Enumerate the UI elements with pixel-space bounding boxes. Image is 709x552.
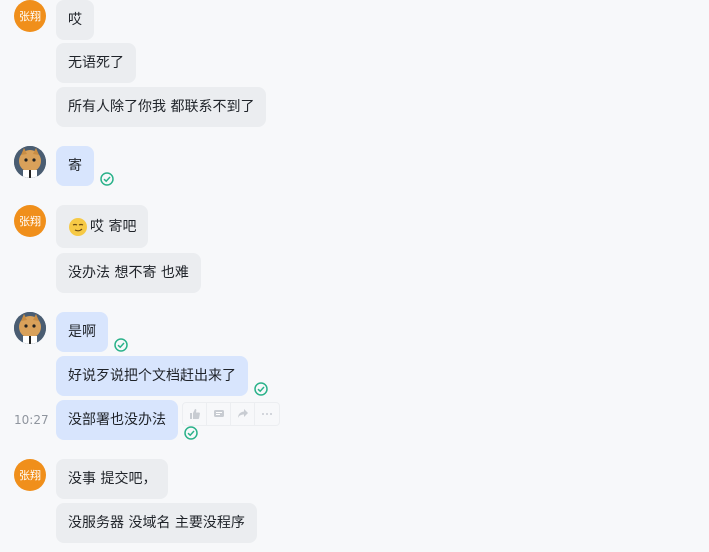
read-check-icon <box>114 338 128 352</box>
message-timestamp: 10:27 <box>14 413 49 427</box>
avatar-initials: 张翔 <box>19 10 41 23</box>
smirk-emoji-icon <box>69 217 87 236</box>
message-bubble[interactable]: 哎 寄吧 <box>56 205 149 248</box>
message-text: 没服务器 没域名 主要没程序 <box>68 515 245 531</box>
message-text: 无语死了 <box>68 55 124 71</box>
read-check-icon <box>184 426 198 440</box>
message-text: 所有人除了你我 都联系不到了 <box>68 99 255 115</box>
avatar[interactable] <box>14 312 46 344</box>
read-check-icon <box>254 382 268 396</box>
avatar[interactable]: 张翔 <box>14 459 46 491</box>
message-actions <box>182 402 280 426</box>
avatar-initials: 张翔 <box>19 469 41 482</box>
cat-avatar-icon <box>14 146 46 178</box>
reply-button[interactable] <box>207 403 231 425</box>
read-check-icon <box>100 172 114 186</box>
message-text: 寄 <box>68 158 82 174</box>
forward-icon <box>237 409 248 418</box>
message-text: 哎 寄吧 <box>90 218 137 235</box>
message-text: 哎 <box>68 12 82 28</box>
reply-icon <box>213 410 224 417</box>
message-text: 没办法 想不寄 也难 <box>68 265 189 281</box>
message-bubble[interactable]: 是啊 <box>56 312 108 352</box>
message-text: 没部署也没办法 <box>68 412 166 428</box>
message-bubble[interactable]: 所有人除了你我 都联系不到了 <box>56 87 267 127</box>
message-text: 是啊 <box>68 324 96 340</box>
message-bubble[interactable]: 寄 <box>56 146 94 186</box>
avatar-initials: 张翔 <box>19 215 41 228</box>
message-bubble[interactable]: 好说歹说把个文档赶出来了 <box>56 356 248 396</box>
message-bubble[interactable]: 没部署也没办法 <box>56 400 178 440</box>
more-button[interactable] <box>255 403 279 425</box>
message-bubble[interactable]: 没服务器 没域名 主要没程序 <box>56 503 257 543</box>
thumbs-up-icon <box>189 409 200 419</box>
message-bubble[interactable]: 哎 <box>56 0 94 40</box>
cat-avatar-icon <box>14 312 46 344</box>
message-text: 没事 提交吧， <box>68 471 157 487</box>
avatar[interactable] <box>14 146 46 178</box>
message-bubble[interactable]: 没办法 想不寄 也难 <box>56 253 201 293</box>
message-text: 好说歹说把个文档赶出来了 <box>68 368 236 384</box>
more-icon <box>262 413 272 415</box>
avatar[interactable]: 张翔 <box>14 205 46 237</box>
message-bubble[interactable]: 无语死了 <box>56 43 136 83</box>
avatar[interactable]: 张翔 <box>14 0 46 32</box>
like-button[interactable] <box>183 403 207 425</box>
forward-button[interactable] <box>231 403 255 425</box>
message-bubble[interactable]: 没事 提交吧， <box>56 459 169 499</box>
